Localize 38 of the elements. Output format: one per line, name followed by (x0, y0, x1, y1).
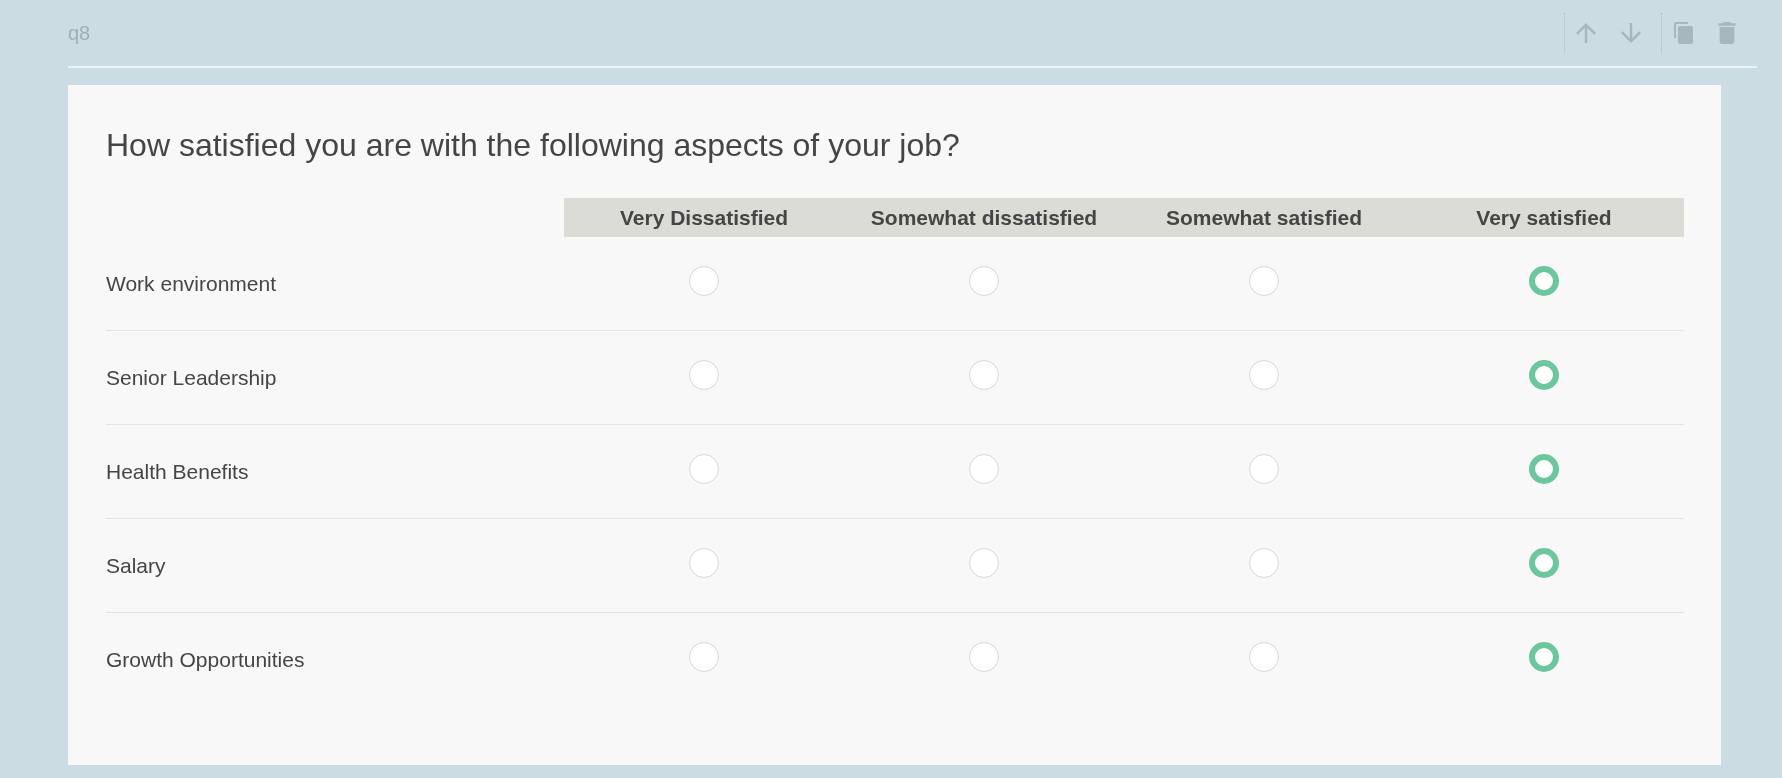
column-header: Somewhat satisfied (1124, 198, 1404, 237)
radio-button[interactable] (1529, 359, 1559, 390)
radio-button[interactable] (689, 547, 719, 578)
row-label: Work environment (106, 270, 276, 297)
radio-button[interactable] (689, 453, 719, 484)
radio-button[interactable] (689, 359, 719, 390)
row-label: Senior Leadership (106, 364, 277, 391)
radio-button[interactable] (1529, 265, 1559, 296)
radio-button[interactable] (1249, 547, 1279, 578)
column-header: Somewhat dissatisfied (844, 198, 1124, 237)
row-label: Health Benefits (106, 458, 249, 485)
delete-button[interactable] (1717, 21, 1737, 45)
radio-button[interactable] (1529, 547, 1559, 578)
radio-button[interactable] (1249, 642, 1279, 672)
radio-button[interactable] (969, 547, 999, 578)
column-header: Very satisfied (1404, 198, 1684, 237)
move-down-button[interactable] (1620, 22, 1642, 44)
column-header: Very Dissatisfied (564, 198, 844, 237)
arrow-down-icon (1621, 23, 1641, 43)
radio-button[interactable] (1529, 453, 1559, 484)
radio-button[interactable] (969, 265, 999, 296)
radio-button[interactable] (1249, 265, 1279, 296)
radio-button[interactable] (1249, 453, 1279, 484)
radio-button[interactable] (1249, 359, 1279, 390)
row-label: Growth Opportunities (106, 647, 305, 674)
row-label: Salary (106, 552, 166, 579)
radio-button[interactable] (969, 453, 999, 484)
move-up-button[interactable] (1575, 22, 1597, 44)
trash-icon (1718, 22, 1736, 44)
arrow-up-icon (1576, 23, 1596, 43)
radio-button[interactable] (1529, 642, 1559, 672)
radio-button[interactable] (689, 265, 719, 296)
question-title: How satisfied you are with the following aspects of your job? (106, 126, 961, 165)
copy-icon (1674, 22, 1693, 44)
radio-button[interactable] (969, 642, 999, 672)
radio-button[interactable] (969, 359, 999, 390)
copy-button[interactable] (1673, 21, 1694, 45)
radio-button[interactable] (689, 642, 719, 672)
